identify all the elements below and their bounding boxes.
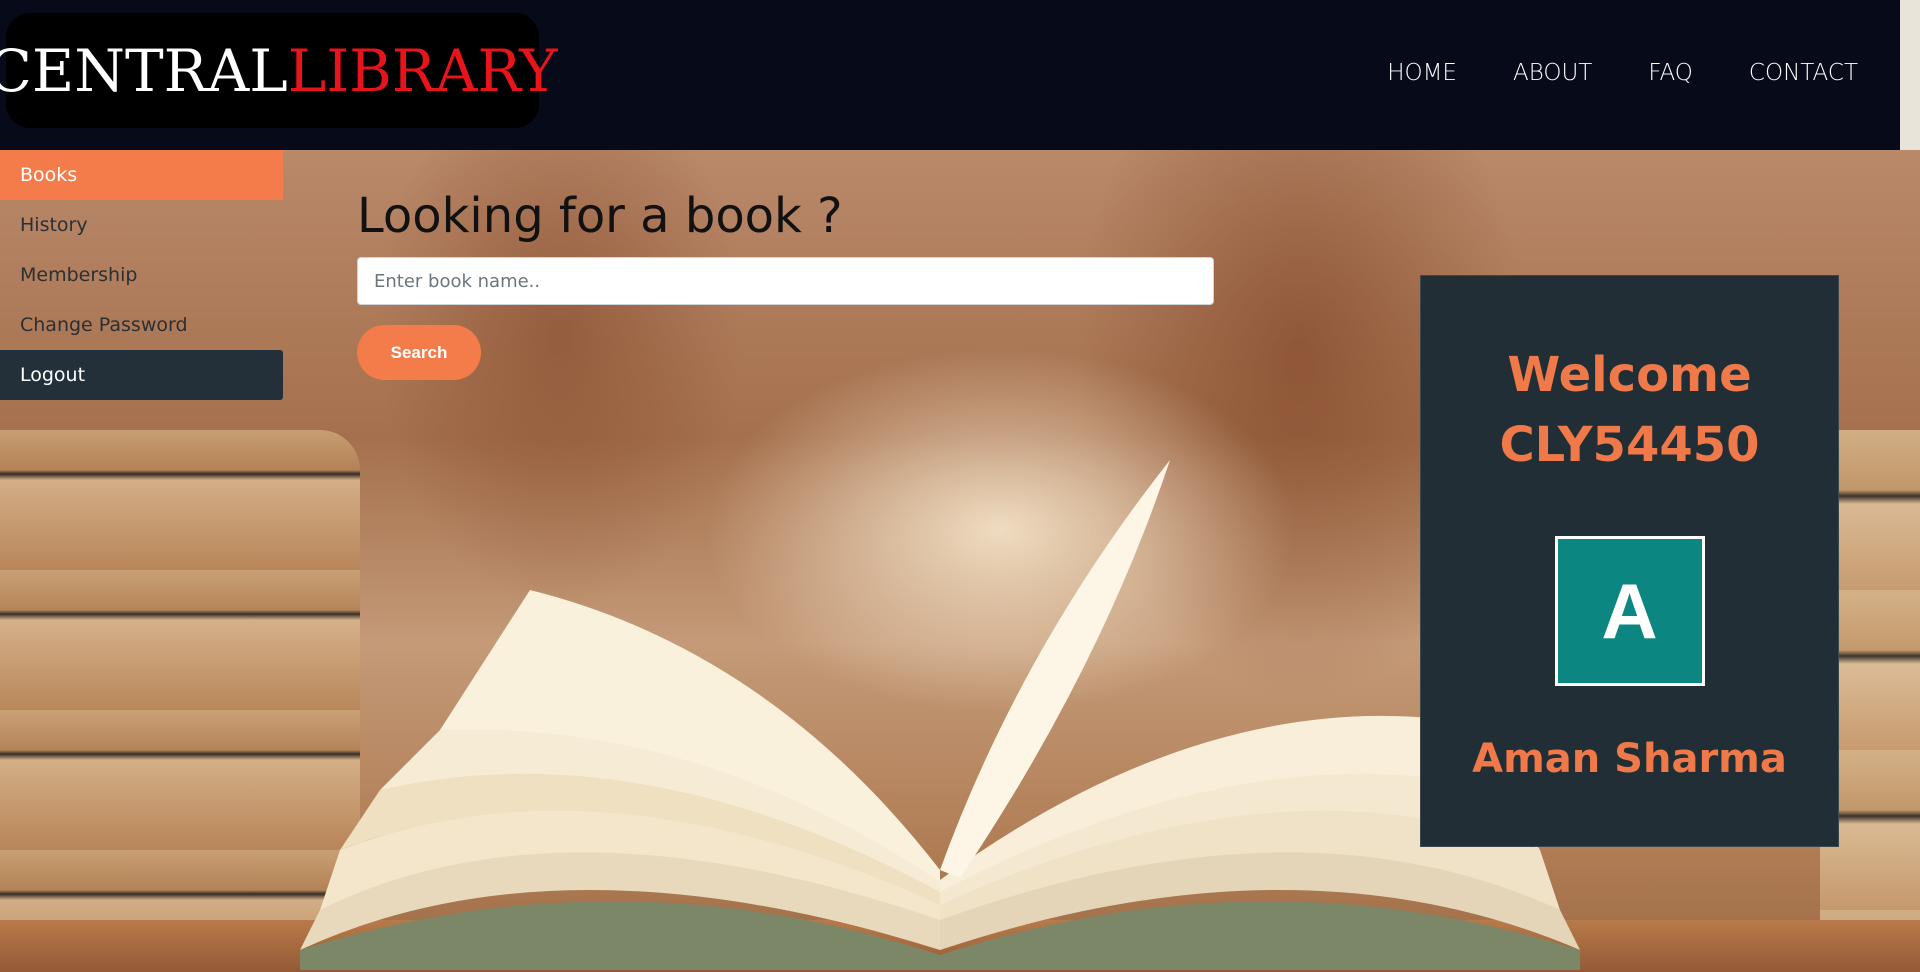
navbar: CENTRAL LIBRARY HOME ABOUT FAQ CONTACT: [0, 0, 1900, 150]
search-heading: Looking for a book ?: [357, 188, 843, 244]
site-logo[interactable]: CENTRAL LIBRARY: [0, 13, 558, 128]
book-search-input[interactable]: [357, 257, 1214, 305]
sidebar-item-change-password[interactable]: Change Password: [0, 300, 283, 350]
sidebar-item-membership[interactable]: Membership: [0, 250, 283, 300]
logo-text-central: CENTRAL: [0, 36, 288, 105]
sidebar-item-logout[interactable]: Logout: [0, 350, 283, 400]
profile-card: Welcome CLY54450 A Aman Sharma: [1420, 275, 1839, 847]
user-name: Aman Sharma: [1472, 736, 1787, 782]
nav-faq-link[interactable]: FAQ: [1648, 60, 1693, 86]
scrollbar-gutter: [1900, 0, 1920, 150]
nav-about-link[interactable]: ABOUT: [1513, 60, 1592, 86]
search-button[interactable]: Search: [357, 325, 481, 380]
user-id: CLY54450: [1499, 417, 1760, 473]
avatar: A: [1554, 536, 1705, 686]
sidebar-item-books[interactable]: Books: [0, 150, 283, 200]
avatar-letter: A: [1601, 566, 1658, 655]
nav-links: HOME ABOUT FAQ CONTACT: [1387, 60, 1858, 86]
logo-text-library: LIBRARY: [287, 36, 558, 105]
welcome-label: Welcome: [1507, 347, 1752, 403]
nav-contact-link[interactable]: CONTACT: [1749, 60, 1858, 86]
sidebar: Books History Membership Change Password…: [0, 150, 283, 400]
nav-home-link[interactable]: HOME: [1387, 60, 1457, 86]
open-book-image: [300, 460, 1580, 970]
welcome-message: Welcome CLY54450: [1421, 340, 1838, 480]
sidebar-item-history[interactable]: History: [0, 200, 283, 250]
